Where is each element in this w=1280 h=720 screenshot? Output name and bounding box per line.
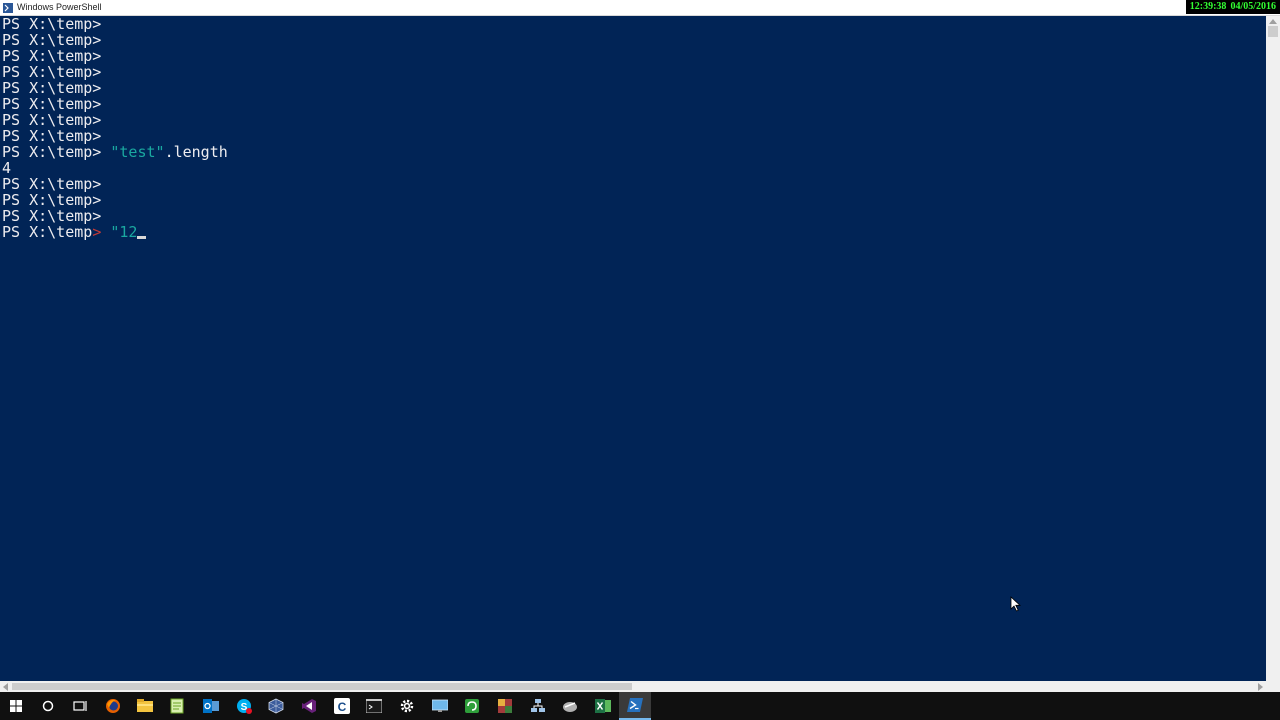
taskbar-sketch-tool[interactable] [554, 692, 586, 720]
notepad-plus-plus-icon [170, 698, 184, 714]
console-area[interactable]: PS X:\temp> PS X:\temp> PS X:\temp> PS X… [0, 16, 1266, 681]
window-title: Windows PowerShell [17, 2, 102, 12]
taskbar-virtualbox[interactable] [260, 692, 292, 720]
mouse-pointer-icon [1010, 596, 1022, 612]
console-line: PS X:\temp> [2, 79, 102, 97]
window-titlebar[interactable]: Windows PowerShell 12:39:38 04/05/2016 [0, 0, 1280, 16]
console-line: PS X:\temp> [2, 31, 102, 49]
file-explorer-icon [137, 699, 153, 712]
ccleaner-icon: C [334, 698, 350, 714]
excel-icon [595, 699, 611, 713]
vertical-scrollbar[interactable] [1266, 16, 1280, 681]
prompt: PS X:\temp> [2, 143, 102, 161]
firefox-icon [106, 699, 120, 713]
cortana-button[interactable] [32, 692, 64, 720]
console-line: PS X:\temp> [2, 111, 102, 129]
taskbar-remote-desktop[interactable] [424, 692, 456, 720]
scroll-up-icon[interactable] [1269, 19, 1277, 24]
typed-input[interactable]: "12 [110, 223, 137, 241]
console-line: PS X:\temp> [2, 207, 102, 225]
taskbar-powershell[interactable] [619, 692, 651, 720]
outlook-icon [203, 699, 219, 713]
cortana-search-icon [42, 700, 54, 712]
console-line: PS X:\temp> [2, 47, 102, 65]
taskbar-command-prompt[interactable] [358, 692, 390, 720]
taskbar-winrar[interactable] [489, 692, 521, 720]
clock-date: 04/05/2016 [1230, 1, 1276, 12]
network-tool-icon [531, 699, 545, 712]
string-literal: "test" [110, 143, 165, 161]
screen: Windows PowerShell 12:39:38 04/05/2016 PS… [0, 0, 1280, 720]
start-icon [10, 700, 22, 712]
virtualbox-icon [268, 698, 284, 714]
task-view-button[interactable] [64, 692, 96, 720]
remote-desktop-icon [432, 699, 448, 712]
console-command-line: PS X:\temp> "test".length [2, 144, 1266, 160]
taskbar-ccleaner[interactable]: C [326, 692, 358, 720]
taskbar-excel[interactable] [587, 692, 619, 720]
command-prompt-icon [366, 699, 382, 713]
taskbar-file-explorer[interactable] [129, 692, 161, 720]
console-output: 4 [2, 159, 12, 177]
scroll-right-icon[interactable] [1258, 683, 1263, 691]
taskbar-visual-studio[interactable] [293, 692, 325, 720]
taskbar-outlook[interactable] [195, 692, 227, 720]
svg-text:C: C [338, 700, 347, 714]
taskbar-notepad-plus-plus[interactable] [161, 692, 193, 720]
text-cursor [137, 236, 147, 239]
start-button[interactable] [0, 692, 32, 720]
scroll-left-icon[interactable] [3, 683, 8, 691]
sketch-tool-icon [563, 702, 577, 712]
console-line: PS X:\temp> [2, 95, 102, 113]
console-line: PS X:\temp> [2, 191, 102, 209]
taskbar-settings[interactable] [391, 692, 423, 720]
scroll-corner [1266, 681, 1280, 692]
prompt: PS X:\temp [2, 223, 93, 241]
powershell-window-icon [3, 3, 13, 13]
taskbar-green-app[interactable] [456, 692, 488, 720]
prompt-indicator: > [92, 223, 102, 241]
winrar-icon [498, 699, 512, 713]
clock-overlay: 12:39:38 04/05/2016 [1185, 0, 1280, 14]
vertical-scroll-thumb[interactable] [1268, 26, 1278, 37]
console-lines: PS X:\temp> PS X:\temp> PS X:\temp> PS X… [0, 16, 1266, 240]
taskbar-firefox[interactable] [97, 692, 129, 720]
skype-icon: S [237, 699, 252, 714]
visual-studio-icon [302, 699, 316, 713]
powershell-icon [627, 698, 643, 712]
member-access: .length [164, 143, 228, 161]
taskbar-network-tool[interactable] [522, 692, 554, 720]
clock-time: 12:39:38 [1189, 1, 1227, 12]
taskbar: S C [0, 692, 1280, 720]
console-line: PS X:\temp> [2, 127, 102, 145]
green-app-icon [465, 699, 479, 713]
horizontal-scrollbar[interactable] [0, 681, 1266, 692]
taskbar-skype[interactable]: S [228, 692, 260, 720]
console-line: PS X:\temp> [2, 16, 102, 33]
console-current-line[interactable]: PS X:\temp> "12 [2, 224, 1266, 240]
console-line: PS X:\temp> [2, 63, 102, 81]
console-line: PS X:\temp> [2, 175, 102, 193]
task-view-icon [73, 701, 87, 711]
settings-gear-icon [400, 699, 414, 713]
horizontal-scroll-thumb[interactable] [12, 683, 632, 690]
